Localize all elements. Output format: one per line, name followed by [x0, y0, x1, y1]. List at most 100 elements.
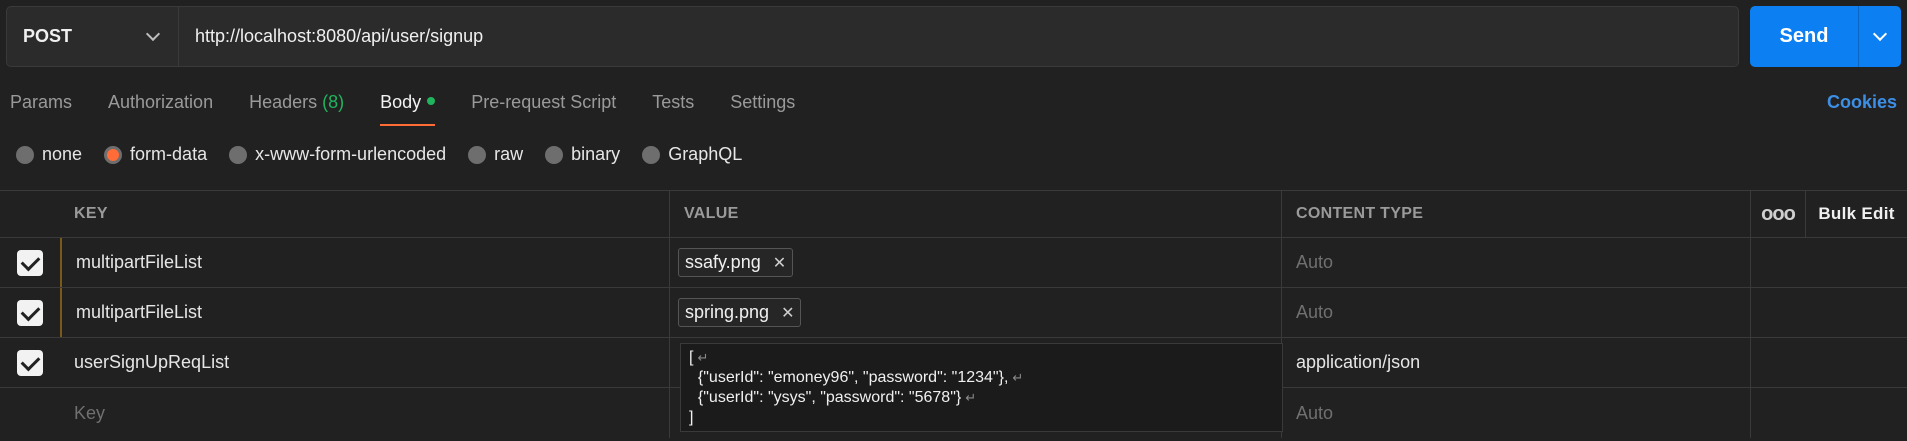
method-label: POST	[23, 26, 73, 46]
tab-label: Headers	[249, 92, 318, 112]
empty-cell	[1751, 238, 1806, 287]
radio-icon	[468, 145, 487, 164]
body-type-none[interactable]: none	[16, 144, 82, 165]
header-check-col	[0, 191, 60, 237]
table-header-row: KEY VALUE CONTENT TYPE ooo Bulk Edit	[0, 190, 1907, 238]
json-line: ]	[689, 408, 1274, 428]
radio-icon	[16, 145, 34, 164]
file-name: spring.png	[685, 302, 770, 322]
return-icon: ↵	[965, 390, 977, 405]
empty-cell	[0, 388, 60, 438]
send-options-button[interactable]	[1858, 6, 1901, 67]
chevron-down-icon	[145, 26, 161, 42]
send-button[interactable]: Send	[1750, 6, 1858, 67]
tab-label: Settings	[730, 92, 796, 112]
tab-label: Params	[10, 92, 73, 112]
empty-cell	[1751, 338, 1806, 387]
url-input[interactable]: http://localhost:8080/api/user/signup	[179, 26, 483, 47]
empty-cell	[1806, 388, 1907, 438]
checkmark-icon	[17, 249, 43, 276]
body-type-label: form-data	[130, 144, 208, 164]
new-content-type-input[interactable]: Auto	[1282, 388, 1751, 438]
value-cell: spring.png ✕	[670, 288, 1282, 337]
radio-icon	[229, 145, 248, 164]
form-data-table: KEY VALUE CONTENT TYPE ooo Bulk Edit mul…	[0, 190, 1907, 438]
content-type-input[interactable]: application/json	[1282, 338, 1751, 387]
json-value-editor[interactable]: [↵ {"userId": "emoney96", "password": "1…	[680, 343, 1283, 432]
key-input[interactable]: multipartFileList	[60, 238, 670, 287]
key-input[interactable]: userSignUpReqList	[60, 338, 670, 387]
json-line: [↵	[689, 348, 1274, 368]
content-type-input[interactable]: Auto	[1282, 238, 1751, 287]
tab-settings[interactable]: Settings	[730, 82, 795, 126]
body-type-label: raw	[494, 144, 524, 164]
new-key-input[interactable]: Key	[60, 388, 670, 438]
checkmark-icon	[17, 299, 43, 326]
row-checkbox[interactable]	[0, 338, 60, 387]
row-checkbox[interactable]	[0, 238, 60, 287]
value-cell: ssafy.png ✕	[670, 238, 1282, 287]
empty-cell	[1806, 338, 1907, 387]
table-row: multipartFileList spring.png ✕ Auto	[0, 288, 1907, 338]
headers-count-badge: (8)	[322, 92, 345, 112]
body-type-graphql[interactable]: GraphQL	[642, 144, 742, 165]
json-text: {"userId": "ysys", "password": "5678"}	[689, 389, 962, 406]
return-icon: ↵	[1012, 370, 1024, 385]
tab-label: Body	[380, 92, 422, 112]
remove-file-icon[interactable]: ✕	[781, 303, 794, 323]
empty-cell	[1751, 288, 1806, 337]
tab-label: Authorization	[108, 92, 214, 112]
body-type-raw[interactable]: raw	[468, 144, 523, 165]
body-type-urlencoded[interactable]: x-www-form-urlencoded	[229, 144, 446, 165]
empty-cell	[1806, 288, 1907, 337]
tab-params[interactable]: Params	[10, 82, 72, 126]
radio-icon	[642, 145, 661, 164]
method-select[interactable]: POST	[7, 7, 179, 66]
header-key: KEY	[60, 191, 670, 237]
table-row: multipartFileList ssafy.png ✕ Auto	[0, 238, 1907, 288]
json-text: [	[689, 349, 694, 366]
json-text: {"userId": "emoney96", "password": "1234…	[689, 369, 1009, 386]
tab-pre-request-script[interactable]: Pre-request Script	[471, 82, 616, 126]
tab-body[interactable]: Body	[380, 82, 436, 126]
json-line: {"userId": "emoney96", "password": "1234…	[689, 368, 1274, 388]
bulk-edit-button[interactable]: Bulk Edit	[1806, 191, 1907, 237]
row-checkbox[interactable]	[0, 288, 60, 337]
request-url-bar: POST http://localhost:8080/api/user/sign…	[6, 6, 1739, 67]
header-content-type: CONTENT TYPE	[1282, 191, 1751, 237]
radio-selected-icon	[104, 145, 123, 164]
remove-file-icon[interactable]: ✕	[773, 253, 786, 273]
file-chip: ssafy.png ✕	[678, 248, 794, 277]
tab-headers[interactable]: Headers (8)	[249, 82, 344, 126]
tab-label: Pre-request Script	[471, 92, 617, 112]
tab-tests[interactable]: Tests	[652, 82, 694, 126]
request-tabs: Params Authorization Headers (8) Body Pr…	[0, 82, 820, 126]
body-type-label: binary	[571, 144, 621, 164]
return-icon: ↵	[697, 350, 709, 365]
chevron-down-icon	[1872, 26, 1888, 42]
body-type-binary[interactable]: binary	[545, 144, 620, 165]
radio-icon	[545, 145, 564, 164]
content-type-input[interactable]: Auto	[1282, 288, 1751, 337]
body-type-label: GraphQL	[668, 144, 743, 164]
body-type-selector: none form-data x-www-form-urlencoded raw…	[16, 144, 764, 165]
cookies-link[interactable]: Cookies	[1827, 92, 1897, 113]
send-button-group: Send	[1750, 6, 1901, 67]
empty-cell	[1751, 388, 1806, 438]
empty-cell	[1806, 238, 1907, 287]
body-active-dot-icon	[427, 97, 436, 106]
more-options-button[interactable]: ooo	[1751, 191, 1806, 237]
file-chip: spring.png ✕	[678, 298, 802, 327]
body-type-label: none	[42, 144, 83, 164]
body-type-form-data[interactable]: form-data	[104, 144, 207, 165]
checkmark-icon	[17, 349, 43, 376]
tab-authorization[interactable]: Authorization	[108, 82, 213, 126]
header-value: VALUE	[670, 191, 1282, 237]
key-input[interactable]: multipartFileList	[60, 288, 670, 337]
json-line: {"userId": "ysys", "password": "5678"} ↵	[689, 388, 1274, 408]
ellipsis-icon: ooo	[1761, 202, 1796, 225]
file-name: ssafy.png	[685, 252, 761, 272]
tab-label: Tests	[652, 92, 695, 112]
body-type-label: x-www-form-urlencoded	[255, 144, 447, 164]
json-text: ]	[689, 409, 694, 426]
